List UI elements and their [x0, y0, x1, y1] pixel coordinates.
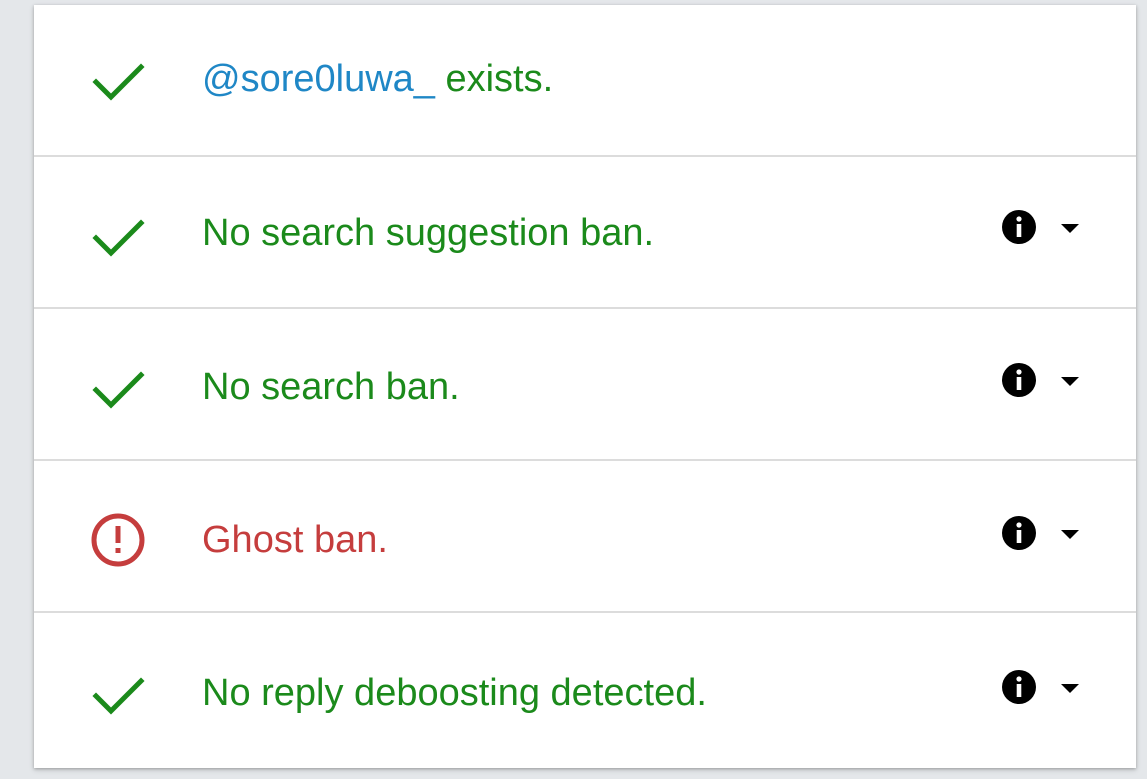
result-text: @sore0luwa_ exists.	[202, 57, 553, 101]
info-icon[interactable]	[1000, 208, 1038, 246]
username-handle[interactable]: @sore0luwa_	[202, 58, 435, 100]
result-row-ghost-ban: Ghost ban.	[34, 461, 1136, 613]
chevron-down-icon[interactable]	[1058, 374, 1082, 390]
check-icon	[90, 51, 150, 111]
exclamation-circle-icon	[90, 510, 150, 570]
info-icon[interactable]	[1000, 514, 1038, 552]
check-icon	[90, 207, 150, 267]
result-text: No search suggestion ban.	[202, 212, 655, 254]
shadowban-results-card: @sore0luwa_ exists. No search suggestion…	[34, 5, 1136, 768]
result-text-suffix: exists.	[434, 58, 554, 100]
info-icon[interactable]	[1000, 668, 1038, 706]
info-icon[interactable]	[1000, 361, 1038, 399]
result-text: No search ban.	[202, 366, 460, 408]
result-row-search-ban: No search ban.	[34, 309, 1136, 461]
result-text: No reply deboosting detected.	[202, 672, 707, 714]
result-row-search-suggestion-ban: No search suggestion ban.	[34, 157, 1136, 309]
result-text: Ghost ban.	[202, 519, 388, 561]
chevron-down-icon[interactable]	[1058, 221, 1082, 237]
result-row-exists: @sore0luwa_ exists.	[34, 5, 1136, 157]
result-row-reply-deboosting: No reply deboosting detected.	[34, 613, 1136, 768]
chevron-down-icon[interactable]	[1058, 681, 1082, 697]
check-icon	[90, 665, 150, 725]
check-icon	[90, 359, 150, 419]
chevron-down-icon[interactable]	[1058, 527, 1082, 543]
